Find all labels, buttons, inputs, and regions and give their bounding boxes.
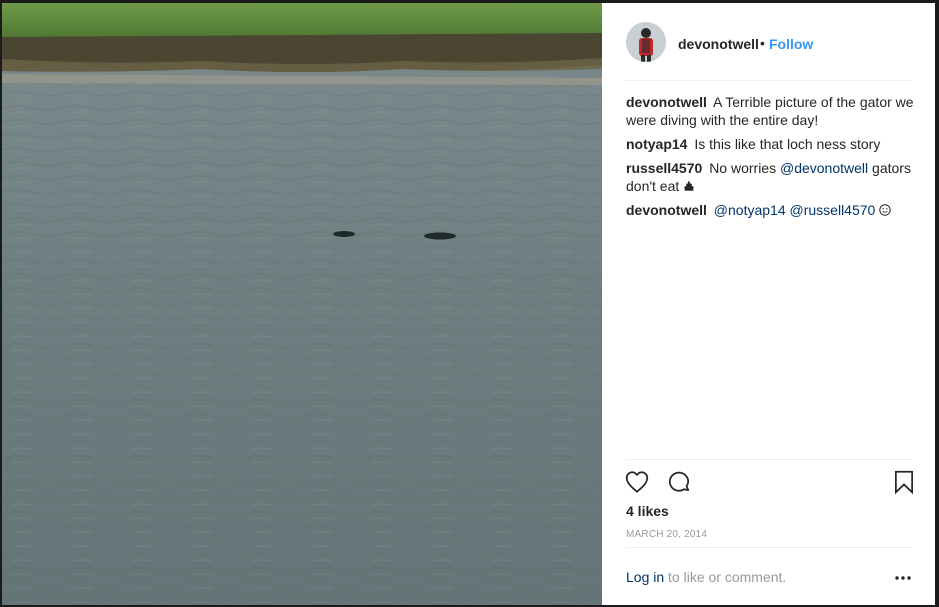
like-button[interactable] (624, 469, 650, 500)
login-prompt: Log in to like or comment. (626, 569, 786, 585)
footer-divider (626, 547, 912, 548)
comments-list: devonotwell A Terrible picture of the ga… (626, 93, 916, 225)
login-link[interactable]: Log in (626, 569, 664, 585)
mention-link[interactable]: @russell4570 (790, 202, 876, 218)
smiley-icon (879, 204, 891, 216)
header-divider (626, 80, 912, 81)
comment-text: Is this like that loch ness story (694, 136, 881, 152)
comment-username[interactable]: notyap14 (626, 136, 687, 152)
post-date: MARCH 20, 2014 (626, 529, 708, 540)
post-username[interactable]: devonotwell (678, 36, 759, 52)
poop-icon (684, 181, 694, 191)
post-details-panel: devonotwell • Follow devonotwell A Terri… (602, 3, 935, 605)
likes-count[interactable]: 4 likes (626, 503, 669, 519)
mention-link[interactable]: @devonotwell (780, 160, 868, 176)
more-options-button[interactable] (893, 568, 913, 593)
post-photo[interactable] (2, 3, 602, 605)
comment-item: russell4570 No worries @devonotwell gato… (626, 159, 916, 195)
bookmark-icon (895, 470, 913, 495)
follow-button[interactable]: Follow (769, 36, 813, 52)
comment-button[interactable] (666, 469, 692, 500)
actions-divider (626, 459, 912, 460)
comment-bubble-icon (668, 471, 690, 492)
comment-username[interactable]: devonotwell (626, 202, 707, 218)
heart-icon (625, 471, 649, 493)
post-header: devonotwell • Follow (602, 3, 935, 81)
comment-username[interactable]: russell4570 (626, 160, 702, 176)
mention-link[interactable]: @notyap14 (714, 202, 786, 218)
comment-username[interactable]: devonotwell (626, 94, 707, 110)
more-options-icon (895, 576, 911, 580)
diver-avatar-icon (626, 22, 666, 62)
avatar[interactable] (626, 22, 666, 62)
header-separator: • (760, 35, 765, 51)
lake-photo-image (2, 3, 602, 605)
save-button[interactable] (891, 469, 917, 500)
action-bar (624, 469, 916, 497)
comment-item: notyap14 Is this like that loch ness sto… (626, 135, 916, 153)
comment-text: No worries (709, 160, 780, 176)
comment-caption: devonotwell A Terrible picture of the ga… (626, 93, 916, 129)
comment-item: devonotwell @notyap14 @russell4570 (626, 201, 916, 219)
login-prompt-text: to like or comment. (664, 569, 787, 585)
